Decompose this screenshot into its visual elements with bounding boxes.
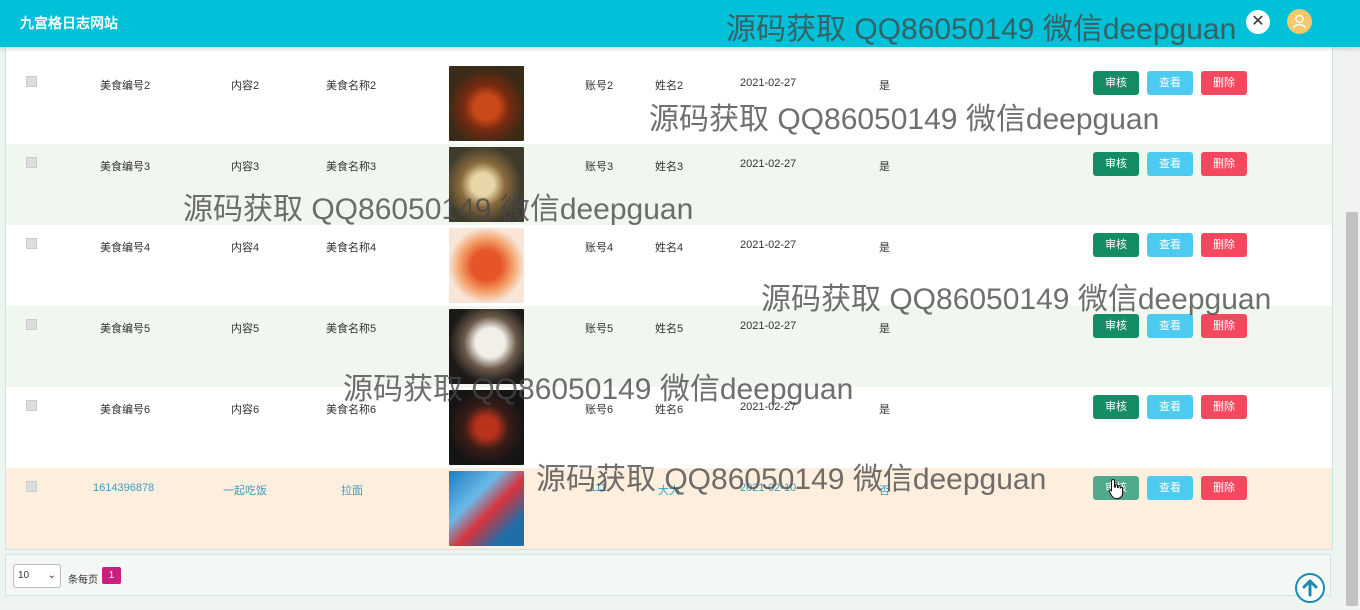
review-button[interactable]: 审核 <box>1093 233 1139 257</box>
view-button[interactable]: 查看 <box>1147 152 1193 176</box>
table-row: 美食编号5 内容5 美食名称5 账号5 姓名5 2021-02-27 是 审核 … <box>6 306 1332 387</box>
review-status: 是 <box>879 404 890 416</box>
scrollbar-thumb[interactable] <box>1346 212 1358 606</box>
delete-button[interactable]: 删除 <box>1201 71 1247 95</box>
food-code: 美食编号2 <box>100 80 151 92</box>
review-button[interactable]: 审核 <box>1093 71 1139 95</box>
account: 账号6 <box>585 404 614 416</box>
delete-button[interactable]: 删除 <box>1201 314 1247 338</box>
table-row: 美食编号2 内容2 美食名称2 账号2 姓名2 2021-02-27 是 审核 … <box>6 63 1332 144</box>
page-size-select[interactable]: 10 ⌄ <box>13 564 61 588</box>
delete-button[interactable]: 删除 <box>1201 395 1247 419</box>
per-page-label: 条每页 <box>68 575 98 586</box>
user-avatar-icon[interactable] <box>1287 9 1312 34</box>
table-row-hovered: 1614396878 一起吃饭 拉面 111 大大 2021-02-10 否 审… <box>6 468 1332 549</box>
person-name: 大大 <box>658 485 680 497</box>
row-checkbox[interactable] <box>26 481 37 492</box>
food-code: 1614396878 <box>93 482 155 494</box>
food-name: 美食名称6 <box>326 404 377 416</box>
account: 账号4 <box>585 242 614 254</box>
page-number-current[interactable]: 1 <box>102 567 121 584</box>
row-checkbox[interactable] <box>26 238 37 249</box>
review-button[interactable]: 审核 <box>1093 152 1139 176</box>
food-image <box>449 309 524 384</box>
chevron-down-icon: ⌄ <box>47 570 56 581</box>
date: 2021-02-27 <box>740 401 797 413</box>
food-image <box>449 228 524 303</box>
food-content: 内容2 <box>231 80 260 92</box>
view-button[interactable]: 查看 <box>1147 233 1193 257</box>
person-name: 姓名2 <box>655 80 684 92</box>
review-status: 是 <box>879 323 890 335</box>
food-content: 一起吃饭 <box>223 485 267 497</box>
food-code: 美食编号5 <box>100 323 151 335</box>
person-name: 姓名4 <box>655 242 684 254</box>
account: 111 <box>590 482 607 494</box>
delete-button[interactable]: 删除 <box>1201 233 1247 257</box>
food-code: 美食编号6 <box>100 404 151 416</box>
food-content: 内容5 <box>231 323 260 335</box>
food-name: 美食名称2 <box>326 80 377 92</box>
date: 2021-02-10 <box>740 482 797 494</box>
person-name: 姓名5 <box>655 323 684 335</box>
row-checkbox[interactable] <box>26 400 37 411</box>
food-image <box>449 147 524 222</box>
date: 2021-02-27 <box>740 77 797 89</box>
food-name: 拉面 <box>341 485 363 497</box>
food-content: 内容4 <box>231 242 260 254</box>
row-checkbox[interactable] <box>26 319 37 330</box>
table-row: 美食编号4 内容4 美食名称4 账号4 姓名4 2021-02-27 是 审核 … <box>6 225 1332 306</box>
table-row: 美食编号3 内容3 美食名称3 账号3 姓名3 2021-02-27 是 审核 … <box>6 144 1332 225</box>
review-button[interactable]: 审核 <box>1093 314 1139 338</box>
food-name: 美食名称4 <box>326 242 377 254</box>
delete-button[interactable]: 删除 <box>1201 476 1247 500</box>
date: 2021-02-27 <box>740 158 797 170</box>
food-name: 美食名称3 <box>326 161 377 173</box>
date: 2021-02-27 <box>740 320 797 332</box>
site-title: 九宫格日志网站 <box>20 15 118 31</box>
view-button[interactable]: 查看 <box>1147 71 1193 95</box>
review-status: 是 <box>879 242 890 254</box>
account: 账号3 <box>585 161 614 173</box>
hand-pointer-icon <box>1108 478 1124 503</box>
view-button[interactable]: 查看 <box>1147 314 1193 338</box>
pagination-bar: 10 ⌄ 条每页 1 <box>5 554 1331 596</box>
close-icon[interactable]: ✕ <box>1246 10 1270 34</box>
review-status: 否 <box>879 485 890 497</box>
row-checkbox[interactable] <box>26 76 37 87</box>
delete-button[interactable]: 删除 <box>1201 152 1247 176</box>
review-status: 是 <box>879 80 890 92</box>
food-image <box>449 66 524 141</box>
arrow-up-circle-icon[interactable] <box>1295 573 1325 603</box>
table-row: 美食编号6 内容6 美食名称6 账号6 姓名6 2021-02-27 是 审核 … <box>6 387 1332 468</box>
food-code: 美食编号3 <box>100 161 151 173</box>
review-button[interactable]: 审核 <box>1093 395 1139 419</box>
view-button[interactable]: 查看 <box>1147 476 1193 500</box>
data-table: 美食编号2 内容2 美食名称2 账号2 姓名2 2021-02-27 是 审核 … <box>5 0 1333 550</box>
top-header: 九宫格日志网站 ✕ <box>0 0 1360 47</box>
food-image <box>449 390 524 465</box>
person-name: 姓名6 <box>655 404 684 416</box>
row-checkbox[interactable] <box>26 157 37 168</box>
food-image <box>449 471 524 546</box>
review-status: 是 <box>879 161 890 173</box>
food-name: 美食名称5 <box>326 323 377 335</box>
view-button[interactable]: 查看 <box>1147 395 1193 419</box>
date: 2021-02-27 <box>740 239 797 251</box>
food-code: 美食编号4 <box>100 242 151 254</box>
page-size-value: 10 <box>18 570 30 581</box>
person-name: 姓名3 <box>655 161 684 173</box>
account: 账号5 <box>585 323 614 335</box>
account: 账号2 <box>585 80 614 92</box>
food-content: 内容6 <box>231 404 260 416</box>
food-content: 内容3 <box>231 161 260 173</box>
